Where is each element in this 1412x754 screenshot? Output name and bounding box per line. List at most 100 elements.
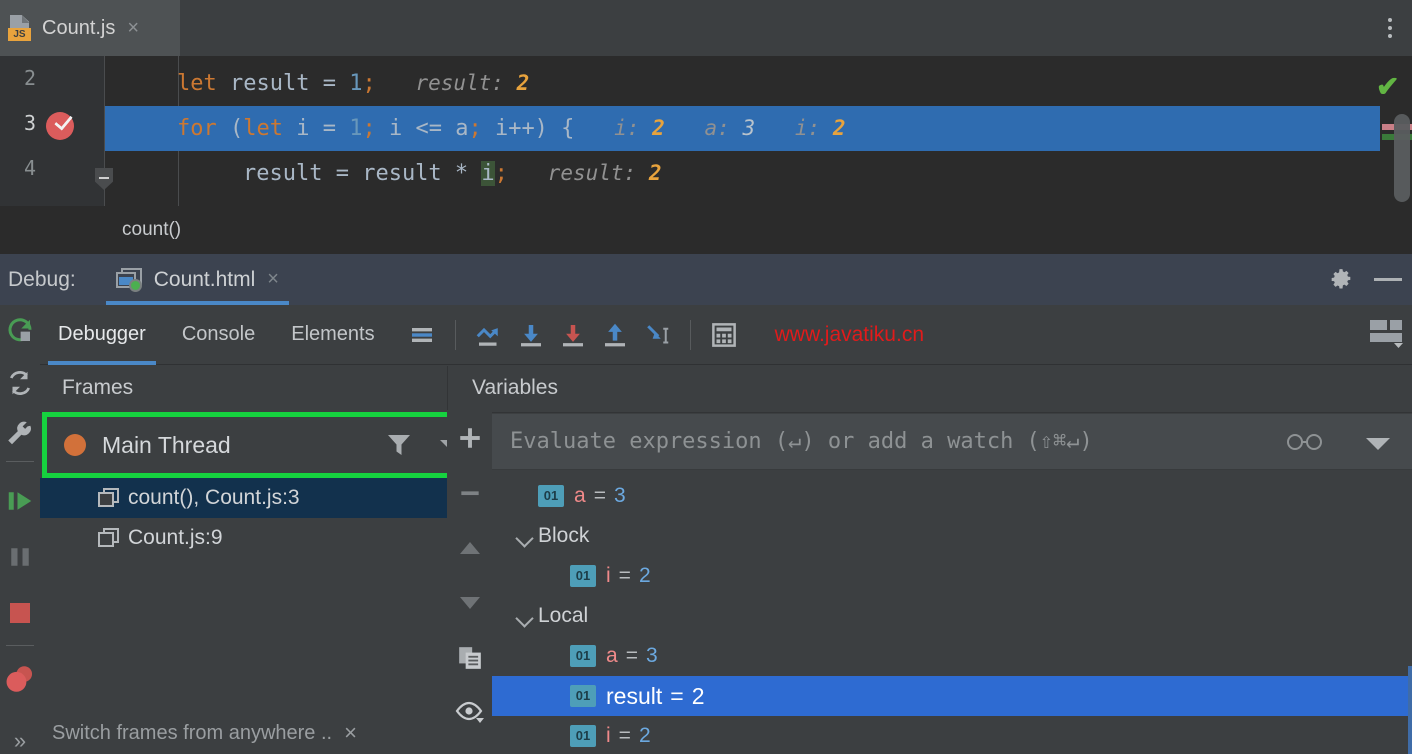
switch-frames-hint[interactable]: Switch frames from anywhere .. ×	[10, 712, 420, 754]
code-editor[interactable]: 2 3 4 let result = 1; result: 2 for (let…	[0, 56, 1412, 206]
variable-value: 2	[638, 724, 651, 747]
add-watch-icon[interactable]	[447, 410, 492, 465]
editor-gutter[interactable]: 2 3 4	[0, 56, 105, 206]
equals-sign: =	[625, 644, 638, 667]
tab-debugger[interactable]: Debugger	[40, 305, 164, 365]
variable-row[interactable]: 01 a = 3	[492, 476, 1412, 516]
layout-settings-icon[interactable]	[1370, 319, 1404, 349]
move-up-icon[interactable]	[447, 520, 492, 575]
debug-session-tab-count-html[interactable]: Count.html ×	[105, 254, 290, 305]
run-to-cursor-icon[interactable]	[636, 315, 678, 355]
gear-icon[interactable]	[1328, 267, 1354, 293]
view-breakpoints-icon[interactable]	[0, 653, 40, 705]
minimize-icon[interactable]	[1374, 278, 1402, 281]
switch-frames-hint-text: Switch frames from anywhere ..	[52, 721, 333, 744]
variables-side-toolbar	[447, 410, 492, 754]
primitive-badge: 01	[570, 685, 596, 707]
debugger-toolbar: Debugger Console Elements www.javatiku.c…	[40, 305, 1412, 365]
toolbar-divider	[6, 461, 34, 462]
breakpoint-icon[interactable]	[46, 112, 74, 140]
copy-value-icon[interactable]	[447, 630, 492, 685]
evaluate-expression-input[interactable]: Evaluate expression (↵) or add a watch (…	[492, 414, 1412, 470]
editor-tab-count-js[interactable]: JS Count.js ×	[0, 0, 180, 56]
stop-icon[interactable]	[0, 587, 40, 639]
equals-sign: =	[618, 564, 631, 587]
close-icon[interactable]: ×	[344, 720, 357, 746]
debug-side-toolbar: »	[0, 305, 40, 754]
frame-list-item[interactable]: count(), Count.js:3	[40, 478, 485, 518]
variable-name: i	[606, 724, 611, 747]
variable-row-selected[interactable]: 01 result = 2	[492, 676, 1412, 716]
show-execution-point-icon[interactable]	[401, 315, 443, 355]
equals-sign: =	[593, 484, 606, 507]
tab-console[interactable]: Console	[164, 305, 273, 365]
tab-label: Debugger	[58, 323, 146, 345]
remove-watch-icon[interactable]	[447, 465, 492, 520]
editor-scrollbar-thumb[interactable]	[1394, 114, 1410, 202]
tab-elements[interactable]: Elements	[273, 305, 392, 365]
scope-row-block[interactable]: Block	[492, 516, 1412, 556]
code-line-4: result = result * i; result: 2	[243, 161, 662, 186]
primitive-badge: 01	[570, 565, 596, 587]
inline-hint-value: 3	[742, 116, 756, 140]
settings-wrench-icon[interactable]	[0, 409, 40, 461]
thread-selector[interactable]: Main Thread	[42, 414, 462, 476]
variable-row[interactable]: 01 i = 2	[492, 716, 1412, 754]
frame-list-item[interactable]: Count.js:9	[40, 518, 485, 558]
variables-title: Variables	[472, 376, 558, 399]
rerun-icon[interactable]	[0, 305, 40, 357]
inline-hint-value: 2	[832, 116, 846, 140]
frames-title: Frames	[62, 376, 134, 399]
code-line-2: let result = 1; result: 2	[177, 71, 530, 96]
debug-session-tab-label: Count.html	[153, 267, 256, 291]
filter-icon[interactable]	[387, 434, 411, 456]
close-icon[interactable]: ×	[127, 18, 139, 38]
variable-name: a	[574, 484, 586, 507]
pause-program-icon[interactable]	[0, 531, 40, 583]
step-out-icon[interactable]	[594, 315, 636, 355]
js-file-icon: JS	[8, 15, 32, 41]
line-number: 3	[23, 111, 36, 135]
step-into-icon[interactable]	[510, 315, 552, 355]
resume-program-icon[interactable]	[0, 475, 40, 527]
inline-hint-label: result:	[415, 71, 504, 95]
editor-tab-bar: JS Count.js ×	[0, 0, 1412, 56]
stack-frame-icon	[98, 528, 120, 548]
primitive-badge: 01	[570, 645, 596, 667]
variable-name: i	[606, 564, 611, 587]
breadcrumb[interactable]: count()	[0, 206, 1412, 254]
inline-hint-label: result:	[547, 161, 637, 185]
primitive-badge: 01	[538, 485, 564, 507]
inspection-ok-icon[interactable]: ✔	[1376, 70, 1399, 103]
inline-hint-label: i:	[794, 116, 821, 140]
code-line-3: for (let i = 1; i <= a; i++) { i: 2 a: 3…	[105, 106, 1380, 151]
toolbar-divider	[6, 645, 34, 646]
debug-label: Debug:	[8, 267, 76, 291]
breadcrumb-label: count()	[122, 219, 182, 240]
variable-value: 3	[645, 644, 658, 667]
move-down-icon[interactable]	[447, 575, 492, 630]
force-step-into-icon[interactable]	[552, 315, 594, 355]
glasses-icon[interactable]	[1284, 434, 1326, 450]
watermark-text: www.javatiku.cn	[774, 322, 924, 346]
evaluate-expression-icon[interactable]	[703, 315, 745, 355]
close-icon[interactable]: ×	[267, 268, 279, 291]
more-options-icon[interactable]	[1378, 10, 1402, 46]
equals-sign: =	[670, 682, 684, 709]
step-over-icon[interactable]	[468, 315, 510, 355]
variable-row[interactable]: 01 a = 3	[492, 636, 1412, 676]
chevron-down-icon[interactable]	[1366, 438, 1390, 450]
frame-label: count(), Count.js:3	[128, 486, 300, 509]
stack-frame-icon	[98, 488, 120, 508]
restart-icon[interactable]	[0, 357, 40, 409]
debug-panel-header: Debug: Count.html ×	[0, 254, 1412, 305]
variable-name: result	[606, 682, 663, 709]
variables-panel: Variables Evaluate expression (↵) or add…	[447, 366, 1412, 754]
variables-scrollbar-thumb[interactable]	[1408, 666, 1412, 754]
panel-divider	[40, 412, 445, 413]
variable-row[interactable]: 01 i = 2	[492, 556, 1412, 596]
inline-hint-value: 2	[648, 161, 662, 185]
scope-row-local[interactable]: Local	[492, 596, 1412, 636]
inspect-eye-icon[interactable]	[447, 685, 492, 740]
tab-label: Console	[181, 323, 256, 345]
